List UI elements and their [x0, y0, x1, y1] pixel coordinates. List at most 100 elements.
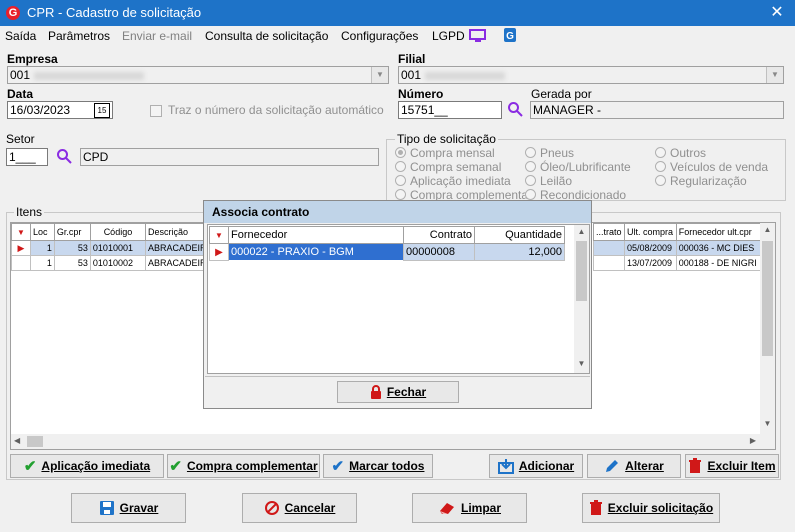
hscroll-thumb[interactable]	[27, 436, 43, 447]
itens-label: Itens	[14, 205, 45, 219]
cell-codigo: 01010002	[89, 255, 147, 271]
marcar-todos-button[interactable]: ✔ Marcar todos	[323, 454, 433, 478]
cell-descricao: ABRACADEIR	[145, 255, 211, 271]
table-row[interactable]: 13/07/2009 000188 - DE NIGRI	[593, 255, 762, 271]
chevron-down-icon[interactable]: ▼	[766, 67, 783, 83]
chevron-down-icon[interactable]: ▼	[371, 67, 388, 83]
search-icon[interactable]	[507, 101, 523, 117]
scroll-up-icon[interactable]: ▲	[576, 227, 587, 236]
check-icon: ✔	[23, 458, 37, 475]
header-descricao[interactable]: Descrição	[145, 223, 211, 241]
data-label: Data	[7, 87, 34, 101]
scroll-thumb[interactable]	[576, 241, 587, 301]
header-loc[interactable]: Loc	[30, 223, 55, 241]
limpar-button[interactable]: Limpar	[412, 493, 527, 523]
gerada-label: Gerada por	[531, 87, 592, 101]
alterar-button[interactable]: Alterar	[587, 454, 681, 478]
cell-loc: 1	[30, 255, 55, 271]
radio-compra-mensal[interactable]: Compra mensal	[395, 146, 495, 160]
radio-outros[interactable]: Outros	[655, 146, 706, 160]
cell-codigo: 01010001	[89, 240, 147, 256]
cell-quantidade: 12,000	[474, 243, 565, 261]
menu-consulta[interactable]: Consulta de solicitação	[205, 29, 328, 43]
check-icon: ✔	[169, 458, 182, 475]
setor-label: Setor	[6, 132, 35, 146]
numero-field[interactable]: 15751__	[398, 101, 502, 119]
empresa-label: Empresa	[7, 52, 58, 66]
pencil-icon	[606, 460, 619, 472]
aplicacao-imediata-button[interactable]: ✔ Aplicação imediata	[10, 454, 164, 478]
cell-fornecedor: 000022 - PRAXIO - BGM	[228, 243, 404, 261]
menu-saida[interactable]: Saída	[5, 29, 36, 43]
tipo-label: Tipo de solicitação	[395, 132, 498, 146]
radio-veiculos[interactable]: Veículos de venda	[655, 160, 768, 174]
radio-pneus[interactable]: Pneus	[525, 146, 574, 160]
calendar-icon[interactable]: 15	[94, 103, 110, 118]
radio-compra-semanal[interactable]: Compra semanal	[395, 160, 501, 174]
radio-leilao[interactable]: Leilão	[525, 174, 572, 188]
window-title: CPR - Cadastro de solicitação	[27, 5, 202, 20]
scroll-right-icon[interactable]: ▶	[750, 436, 756, 445]
cell-gr: 53	[53, 255, 91, 271]
search-icon[interactable]	[56, 148, 72, 164]
header-grcpr[interactable]: Gr.cpr	[53, 223, 91, 241]
radio-aplicacao-imediata[interactable]: Aplicação imediata	[395, 174, 511, 188]
setor-field[interactable]: 1___	[6, 148, 48, 166]
dialog-vertical-scrollbar[interactable]: ▲ ▼	[574, 225, 589, 373]
vertical-scrollbar[interactable]: ▲ ▼	[760, 223, 775, 449]
header-contrato[interactable]: ...trato	[593, 223, 625, 241]
sort-arrow-icon[interactable]: ▼	[17, 228, 25, 237]
filial-select[interactable]: 001 ▼	[398, 66, 784, 84]
empresa-select[interactable]: 001 ▼	[7, 66, 389, 84]
scroll-left-icon[interactable]: ◀	[14, 436, 20, 445]
table-row[interactable]: 05/08/2009 000036 - MC DIES	[593, 240, 762, 256]
header-quantidade[interactable]: Quantidade	[474, 226, 565, 244]
header-fornecedor-ult[interactable]: Fornecedor ult.cpr	[675, 223, 762, 241]
table-row[interactable]: 1 53 01010002 ABRACADEIR	[11, 255, 211, 271]
trash-icon	[589, 500, 602, 515]
contract-grid[interactable]: ▼ Fornecedor Contrato Quantidade ▶ 00002…	[207, 224, 590, 374]
header-contrato[interactable]: Contrato	[403, 226, 475, 244]
associa-contrato-dialog: Associa contrato ▼ Fornecedor Contrato Q…	[203, 200, 592, 409]
scroll-thumb[interactable]	[762, 241, 773, 356]
table-row[interactable]: ▶ 1 53 01010001 ABRACADEIR	[11, 240, 211, 256]
menu-configuracoes[interactable]: Configurações	[341, 29, 418, 43]
eraser-icon	[439, 503, 454, 514]
scroll-up-icon[interactable]: ▲	[762, 225, 773, 235]
date-field[interactable]: 16/03/2023 15	[7, 101, 113, 119]
scroll-down-icon[interactable]: ▼	[762, 419, 773, 429]
menu-lgpd[interactable]: LGPD	[432, 29, 465, 43]
radio-regularizacao[interactable]: Regularização	[655, 174, 747, 188]
radio-oleo[interactable]: Óleo/Lubrificante	[525, 160, 631, 174]
auto-number-checkbox[interactable]	[150, 105, 162, 117]
cancelar-button[interactable]: Cancelar	[242, 493, 357, 523]
dialog-title: Associa contrato	[204, 201, 591, 223]
excluir-item-button[interactable]: Excluir Item	[685, 454, 779, 478]
header-codigo[interactable]: Código	[89, 223, 147, 241]
document-g-icon[interactable]: G	[503, 27, 517, 43]
header-ult-compra[interactable]: Ult. compra	[623, 223, 677, 241]
trash-icon	[689, 458, 702, 473]
cell-loc: 1	[30, 240, 55, 256]
app-logo-icon: G	[6, 6, 20, 20]
setor-desc-field: CPD	[80, 148, 379, 166]
scroll-down-icon[interactable]: ▼	[576, 359, 587, 368]
menu-parametros[interactable]: Parâmetros	[48, 29, 110, 43]
table-row[interactable]: ▶ 000022 - PRAXIO - BGM 00000008 12,000	[209, 243, 565, 261]
cell-ult-compra: 13/07/2009	[623, 255, 677, 271]
auto-number-label: Traz o número da solicitação automático	[168, 103, 384, 117]
menu-enviar-email[interactable]: Enviar e-mail	[122, 29, 192, 43]
gravar-button[interactable]: Gravar	[71, 493, 186, 523]
close-icon[interactable]: ✕	[766, 3, 788, 23]
sort-arrow-icon[interactable]: ▼	[215, 231, 223, 240]
empresa-value: 001	[10, 68, 31, 82]
compra-complementar-button[interactable]: ✔ Compra complementar	[167, 454, 320, 478]
horizontal-scrollbar[interactable]: ◀ ▶	[11, 434, 760, 449]
cell-gr: 53	[53, 240, 91, 256]
header-fornecedor[interactable]: Fornecedor	[228, 226, 404, 244]
adicionar-button[interactable]: Adicionar	[489, 454, 583, 478]
fechar-button[interactable]: Fechar	[337, 381, 459, 403]
monitor-icon[interactable]	[469, 29, 487, 43]
excluir-solicitacao-button[interactable]: Excluir solicitação	[582, 493, 720, 523]
cell-fornecedor: 000036 - MC DIES	[675, 240, 762, 256]
